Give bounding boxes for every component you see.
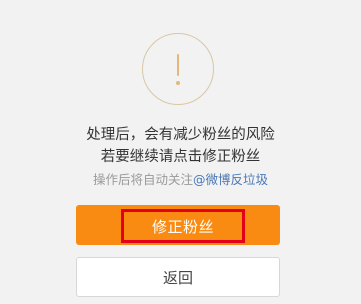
auto-follow-note: 操作后将自动关注@微博反垃圾 (0, 171, 361, 189)
warning-message-line2: 若要继续请点击修正粉丝 (100, 149, 261, 165)
back-button[interactable]: 返回 (76, 257, 280, 297)
note-text: 操作后将自动关注 (92, 172, 193, 187)
exclamation-circle-icon (142, 33, 214, 105)
anti-spam-account-link[interactable]: @微博反垃圾 (193, 172, 268, 187)
fix-fans-button-label: 修正粉丝 (151, 217, 214, 236)
confirm-dialog: 处理后，会有减少粉丝的风险 若要继续请点击修正粉丝 操作后将自动关注@微博反垃圾… (0, 0, 361, 304)
back-button-label: 返回 (162, 268, 193, 287)
exclamation-dot (176, 81, 180, 85)
fix-fans-button-highlight[interactable]: 修正粉丝 (121, 209, 245, 243)
fix-fans-button[interactable]: 修正粉丝 (76, 205, 280, 245)
warning-message-line1: 处理后，会有减少粉丝的风险 (86, 127, 275, 143)
exclamation-bar (177, 54, 179, 76)
